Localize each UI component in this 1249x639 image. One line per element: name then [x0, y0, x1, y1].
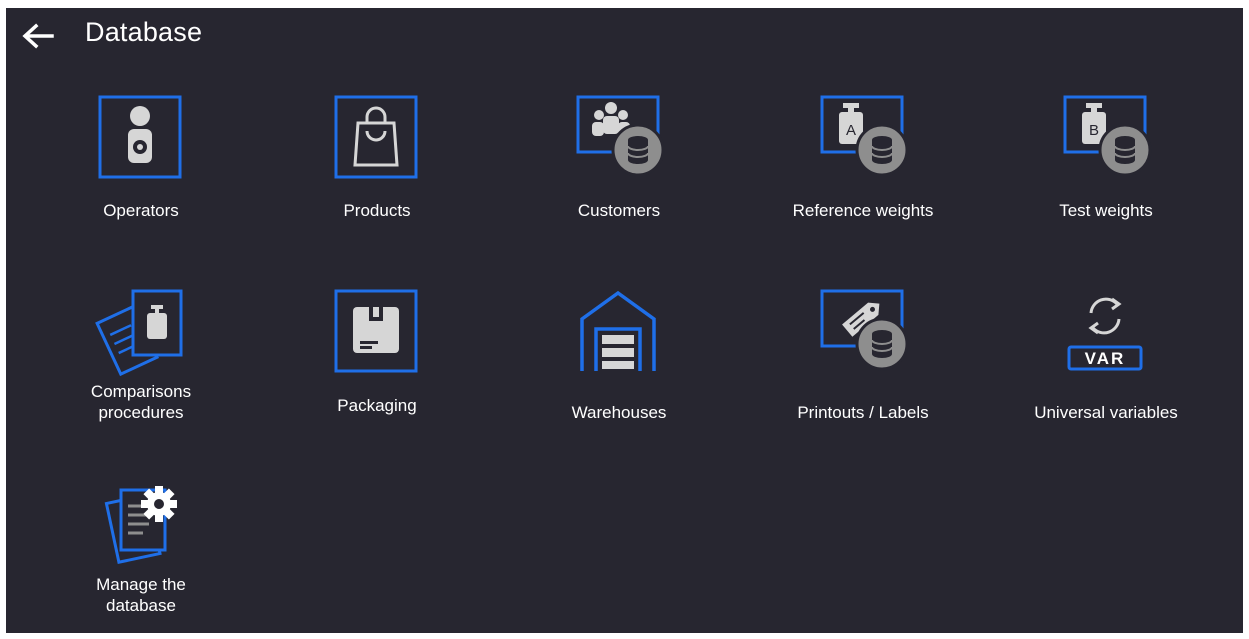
tile-customers[interactable]: Customers [524, 95, 714, 245]
documents-gear-icon [91, 482, 191, 572]
tile-label: Customers [577, 201, 661, 220]
tile-test-weights[interactable]: B Test weights [1011, 95, 1201, 245]
tile-warehouses[interactable]: Warehouses [524, 289, 714, 439]
tile-operators[interactable]: Operators [46, 95, 236, 245]
tile-label: Printouts / Labels [797, 403, 929, 422]
warehouse-icon [569, 289, 669, 379]
tile-products[interactable]: Products [282, 95, 472, 245]
arrow-left-icon [22, 23, 54, 49]
back-button[interactable] [20, 20, 56, 52]
svg-text:B: B [1089, 122, 1099, 139]
page-title: Database [85, 17, 203, 47]
database-screen: Database Operators Products Customers A … [6, 8, 1243, 633]
tile-manage-database[interactable]: Manage the database [46, 482, 236, 632]
tile-label: Comparisons procedures [90, 382, 192, 422]
tile-reference-weights[interactable]: A Reference weights [768, 95, 958, 245]
tile-label: Operators [103, 201, 179, 220]
tile-universal-variables[interactable]: VAR Universal variables [1011, 289, 1201, 439]
var-refresh-icon: VAR [1056, 289, 1156, 379]
tile-label: Test weights [1059, 201, 1153, 220]
label-tag-database-icon [813, 289, 913, 379]
tile-printouts-labels[interactable]: Printouts / Labels [768, 289, 958, 439]
shopping-bag-icon [327, 95, 427, 185]
operator-icon [91, 95, 191, 185]
svg-text:A: A [846, 122, 856, 139]
customers-database-icon [569, 95, 669, 185]
package-icon [327, 289, 427, 379]
tile-label: Warehouses [571, 403, 667, 422]
tile-label: Reference weights [792, 201, 934, 220]
comparison-documents-icon [91, 289, 191, 379]
weight-b-database-icon: B [1056, 95, 1156, 185]
tile-label: Manage the database [96, 575, 186, 615]
tile-label: Universal variables [1034, 403, 1178, 422]
tile-label: Products [343, 201, 411, 220]
tile-packaging[interactable]: Packaging [282, 289, 472, 439]
svg-text:VAR: VAR [1085, 349, 1126, 368]
tile-label: Packaging [337, 396, 417, 415]
tile-comparisons-procedures[interactable]: Comparisons procedures [46, 289, 236, 439]
top-bar: Database [6, 8, 1243, 64]
weight-a-database-icon: A [813, 95, 913, 185]
